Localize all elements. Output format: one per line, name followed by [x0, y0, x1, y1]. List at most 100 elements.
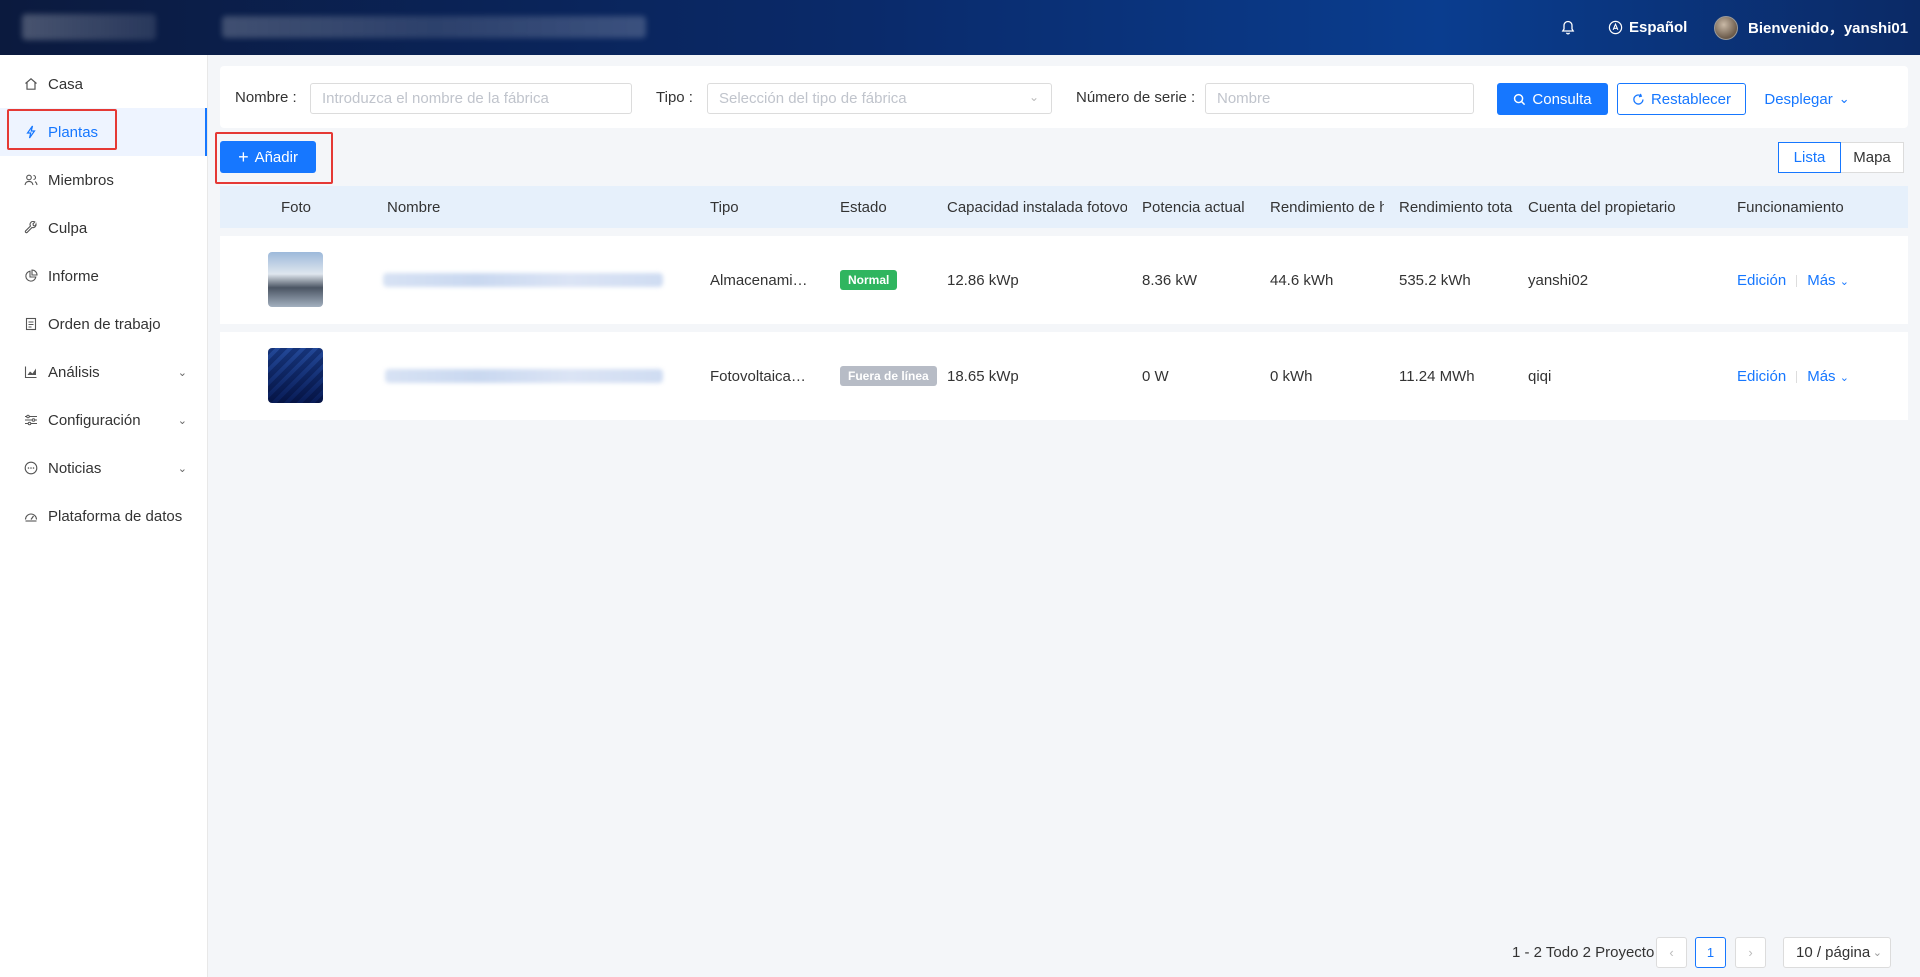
sidebar-item-culpa[interactable]: Culpa [0, 204, 207, 252]
edit-link[interactable]: Edición [1737, 368, 1786, 385]
expand-link-label: Desplegar [1764, 90, 1833, 108]
sidebar-item-orden-de-trabajo[interactable]: Orden de trabajo [0, 300, 207, 348]
sidebar-item-label: Plataforma de datos [48, 507, 183, 525]
sidebar-item-label: Orden de trabajo [48, 315, 161, 333]
sidebar: Casa Plantas Miembros Culpa Informe Orde… [0, 55, 208, 977]
serial-filter-label: Número de serie : [1076, 88, 1196, 106]
type-filter-select[interactable]: Selección del tipo de fábrica ⌄ [707, 83, 1052, 114]
col-header-rend-total: Rendimiento tota [1399, 198, 1513, 216]
view-list-button[interactable]: Lista [1778, 142, 1841, 173]
plant-name-blurred[interactable] [385, 369, 663, 383]
dashboard-icon [24, 509, 38, 523]
table-row: Almacenami… Normal 12.86 kWp 8.36 kW 44.… [220, 236, 1908, 324]
type-filter-label: Tipo : [656, 88, 693, 106]
query-button[interactable]: Consulta [1497, 83, 1608, 115]
plant-name-blurred[interactable] [383, 273, 663, 287]
sidebar-item-label: Informe [48, 267, 99, 285]
more-dropdown[interactable]: Más ⌄ [1807, 272, 1849, 289]
chevron-down-icon: ⌄ [177, 462, 187, 475]
col-header-nombre: Nombre [387, 198, 441, 216]
next-page-button[interactable]: › [1735, 937, 1766, 968]
plant-type: Almacenami… [710, 271, 808, 289]
avatar [1714, 15, 1738, 40]
plant-photo[interactable] [268, 252, 323, 307]
sidebar-item-analisis[interactable]: Análisis ⌄ [0, 348, 207, 396]
chart-icon [24, 365, 38, 379]
chevron-down-icon: ⌄ [177, 414, 187, 427]
col-header-potencia: Potencia actual [1142, 198, 1245, 216]
plant-total-yield: 535.2 kWh [1399, 271, 1471, 289]
search-icon [1514, 93, 1526, 105]
col-header-capacidad: Capacidad instalada fotovo [947, 198, 1127, 216]
status-badge: Fuera de línea [840, 366, 937, 386]
plant-photo[interactable] [268, 348, 323, 403]
plant-capacity: 12.86 kWp [947, 271, 1019, 289]
globe-icon [1608, 20, 1623, 35]
message-icon [24, 461, 38, 475]
col-header-foto: Foto [281, 198, 312, 216]
sidebar-item-configuracion[interactable]: Configuración ⌄ [0, 396, 207, 444]
sidebar-item-label: Análisis [48, 363, 100, 381]
header-title-blurred [222, 16, 646, 38]
chevron-down-icon: ⌄ [177, 366, 187, 379]
serial-filter-placeholder: Nombre [1217, 90, 1271, 107]
filter-bar: Nombre : Introduzca el nombre de la fábr… [220, 66, 1908, 128]
serial-filter-input[interactable]: Nombre [1205, 83, 1474, 114]
expand-link[interactable]: Desplegar ⌄ [1762, 83, 1852, 115]
table-header: Foto Nombre Tipo Estado Capacidad instal… [220, 186, 1908, 228]
page-button-current[interactable]: 1 [1695, 937, 1726, 968]
chevron-down-icon: ⌄ [1838, 91, 1850, 106]
view-map-button[interactable]: Mapa [1841, 142, 1904, 173]
sidebar-item-informe[interactable]: Informe [0, 252, 207, 300]
plant-capacity: 18.65 kWp [947, 367, 1019, 385]
page-size-label: 10 / página [1796, 944, 1871, 961]
sidebar-item-plataforma-de-datos[interactable]: Plataforma de datos [0, 492, 207, 540]
home-icon [24, 77, 38, 91]
col-header-propietario: Cuenta del propietario [1528, 198, 1676, 216]
pie-icon [24, 269, 38, 283]
user-menu[interactable]: Bienvenido，yanshi01 [1714, 0, 1908, 55]
plant-power: 0 W [1142, 367, 1169, 385]
query-button-label: Consulta [1532, 90, 1592, 108]
plant-type: Fotovoltaica… [710, 367, 806, 385]
chevron-right-icon: › [1748, 945, 1753, 960]
plant-daily-yield: 44.6 kWh [1270, 271, 1334, 289]
chevron-down-icon: ⌄ [1028, 90, 1039, 104]
sidebar-item-noticias[interactable]: Noticias ⌄ [0, 444, 207, 492]
more-dropdown[interactable]: Más ⌄ [1807, 368, 1849, 385]
plant-daily-yield: 0 kWh [1270, 367, 1313, 385]
reset-button[interactable]: Restablecer [1617, 83, 1746, 115]
bell-icon [1561, 20, 1575, 35]
notifications-button[interactable] [1560, 0, 1576, 55]
view-toggle: Lista Mapa [1778, 142, 1904, 173]
edit-link[interactable]: Edición [1737, 272, 1786, 289]
sidebar-item-label: Configuración [48, 411, 141, 429]
reset-button-label: Restablecer [1650, 90, 1732, 108]
logo [22, 14, 156, 40]
sidebar-item-label: Miembros [48, 171, 114, 189]
chevron-down-icon: ⌄ [1872, 947, 1882, 959]
highlight-box-plantas [7, 109, 117, 150]
col-header-estado: Estado [840, 198, 887, 216]
welcome-text: Bienvenido，yanshi01 [1748, 20, 1909, 37]
pagination: 1 - 2 Todo 2 Proyecto ‹ 1 › 10 / página … [0, 937, 1920, 968]
col-header-funcionamiento: Funcionamiento [1737, 198, 1844, 216]
sidebar-item-label: Casa [48, 75, 84, 93]
plant-power: 8.36 kW [1142, 271, 1198, 289]
wrench-icon [24, 221, 38, 235]
chevron-left-icon: ‹ [1669, 945, 1674, 960]
prev-page-button[interactable]: ‹ [1656, 937, 1687, 968]
plant-owner: qiqi [1528, 367, 1552, 385]
sidebar-item-miembros[interactable]: Miembros [0, 156, 207, 204]
highlight-box-add [215, 132, 333, 184]
name-filter-input[interactable]: Introduzca el nombre de la fábrica [310, 83, 632, 114]
refresh-icon [1633, 93, 1644, 105]
sidebar-item-label: Culpa [48, 219, 88, 237]
top-header: Español Bienvenido，yanshi01 [0, 0, 1920, 55]
chevron-down-icon: ⌄ [1839, 275, 1849, 288]
pagination-summary: 1 - 2 Todo 2 Proyecto [1512, 943, 1655, 961]
language-selector[interactable]: Español [1608, 0, 1687, 55]
users-icon [24, 173, 38, 187]
sidebar-item-casa[interactable]: Casa [0, 60, 207, 108]
page-size-select[interactable]: 10 / página ⌄ [1783, 937, 1891, 968]
